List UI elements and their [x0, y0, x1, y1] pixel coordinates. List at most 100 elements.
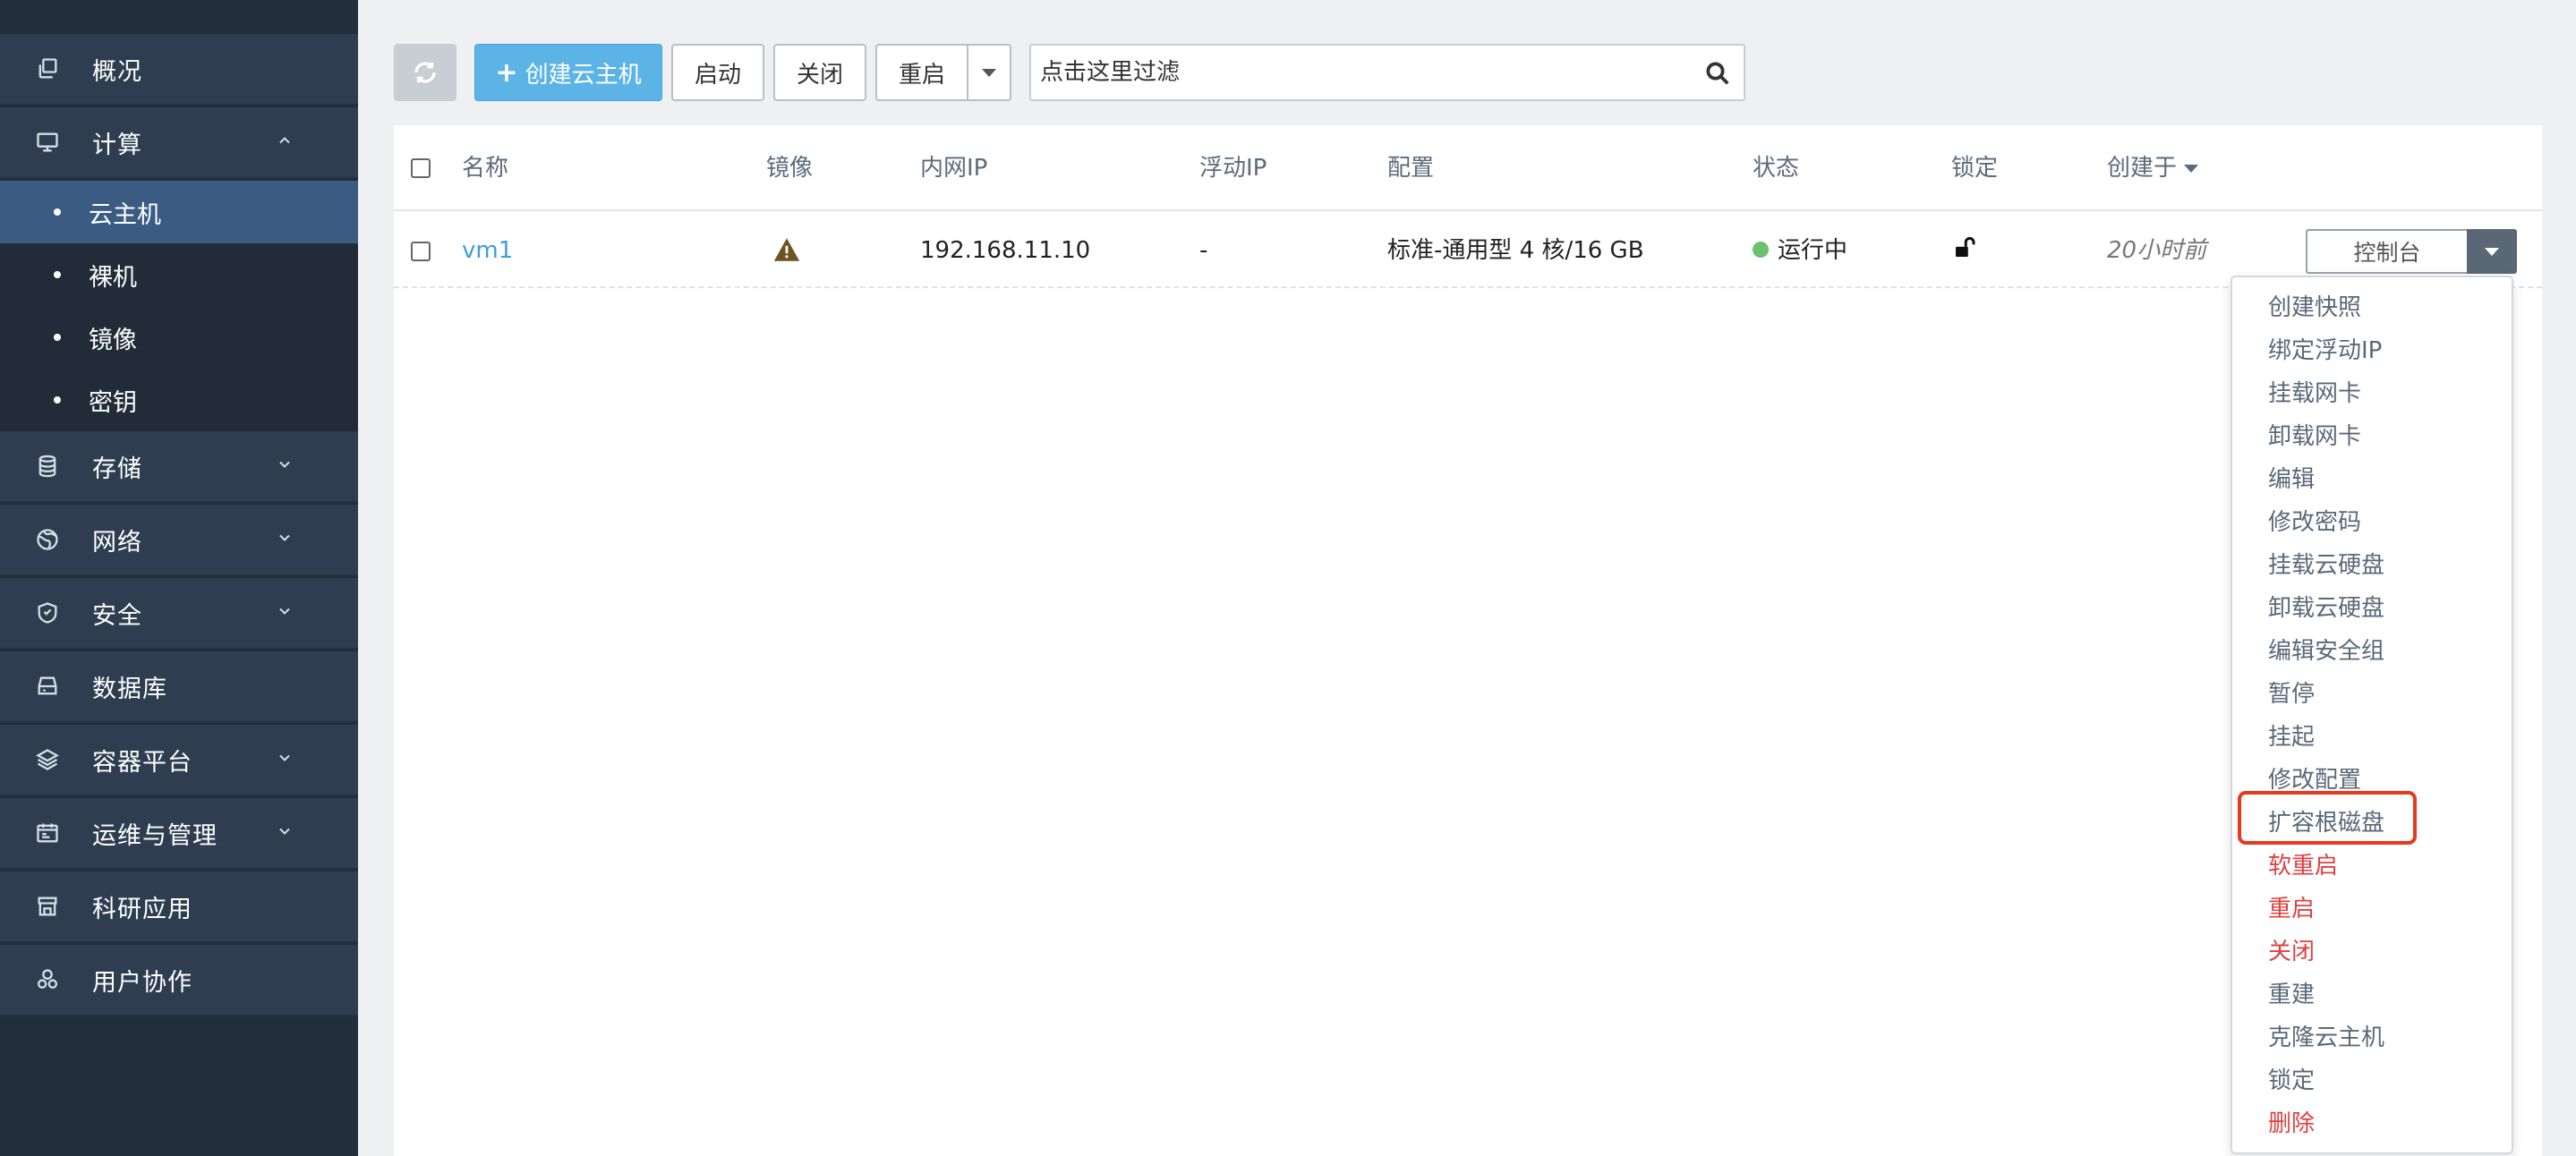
column-header-status[interactable]: 状态 — [1753, 125, 1799, 211]
bullet-icon — [54, 334, 61, 341]
private-ip-cell: 192.168.11.10 — [920, 237, 1091, 264]
create-instance-label: 创建云主机 — [525, 61, 642, 89]
copy-icon — [34, 55, 61, 82]
sidebar-subitem-instances[interactable]: 云主机 — [0, 181, 358, 243]
start-label: 启动 — [694, 61, 741, 89]
menu-item-soft-reboot[interactable]: 软重启 — [2268, 846, 2338, 886]
menu-item-attach-volume[interactable]: 挂载云硬盘 — [2268, 546, 2384, 585]
chevron-down-icon — [276, 455, 297, 477]
sidebar-item-label: 计算 — [92, 131, 142, 159]
column-header-name[interactable]: 名称 — [462, 125, 508, 211]
column-header-private-ip[interactable]: 内网IP — [920, 125, 987, 211]
sidebar-item-compute[interactable]: 计算 — [0, 107, 358, 179]
filter-input[interactable] — [1040, 46, 1667, 99]
plus-icon: + — [495, 56, 518, 89]
sidebar-item-label: 运维与管理 — [92, 821, 218, 850]
monitor-icon — [34, 129, 61, 156]
status-cell: 运行中 — [1753, 213, 1847, 288]
sidebar-subitem-label: 镜像 — [89, 326, 137, 354]
menu-item-suspend[interactable]: 挂起 — [2268, 718, 2315, 757]
menu-item-resize[interactable]: 修改配置 — [2268, 761, 2361, 800]
created-cell: 20小时前 — [2107, 237, 2207, 264]
create-instance-button[interactable]: + 创建云主机 — [474, 44, 662, 101]
console-label: 控制台 — [2353, 240, 2421, 266]
chevron-down-icon — [276, 822, 297, 844]
sidebar-subitem-label: 裸机 — [89, 263, 137, 292]
table-row: vm1 192.168.11.10 - 标准-通用型 4 核/16 GB 运行中… — [394, 213, 2542, 288]
menu-item-attach-interface[interactable]: 挂载网卡 — [2268, 374, 2361, 413]
column-header-created-label: 创建于 — [2107, 155, 2178, 182]
console-button[interactable]: 控制台 — [2306, 229, 2467, 274]
column-header-floating-ip[interactable]: 浮动IP — [1199, 125, 1267, 211]
search-icon[interactable] — [1704, 60, 1731, 87]
reboot-button[interactable]: 重启 — [875, 44, 968, 101]
more-actions-toggle[interactable] — [2467, 229, 2517, 274]
table-header: 名称 镜像 内网IP 浮动IP 配置 状态 锁定 创建于 — [394, 125, 2542, 211]
store-icon — [34, 893, 61, 920]
menu-item-detach-interface[interactable]: 卸载网卡 — [2268, 417, 2361, 456]
globe-icon — [34, 526, 61, 553]
sidebar-item-label: 数据库 — [92, 675, 167, 703]
reboot-label: 重启 — [898, 61, 945, 89]
sidebar-item-storage[interactable]: 存储 — [0, 431, 358, 503]
sidebar-item-label: 存储 — [92, 455, 142, 483]
column-header-created[interactable]: 创建于 — [2107, 125, 2199, 211]
instances-table-panel: 名称 镜像 内网IP 浮动IP 配置 状态 锁定 创建于 vm1 192.168… — [394, 125, 2542, 1156]
sidebar-item-overview[interactable]: 概况 — [0, 34, 358, 106]
sort-desc-icon — [2184, 165, 2199, 173]
select-all-checkbox[interactable] — [411, 158, 431, 178]
menu-item-pause[interactable]: 暂停 — [2268, 675, 2315, 714]
bullet-icon — [54, 271, 61, 278]
instance-name-link[interactable]: vm1 — [462, 213, 513, 288]
sidebar-subitem-baremetal[interactable]: 裸机 — [0, 243, 358, 306]
bullet-icon — [54, 396, 61, 404]
sidebar-item-label: 用户协作 — [92, 968, 192, 997]
row-checkbox[interactable] — [411, 242, 431, 261]
menu-item-lock[interactable]: 锁定 — [2268, 1061, 2315, 1101]
menu-item-edit[interactable]: 编辑 — [2268, 460, 2315, 499]
shield-icon — [34, 599, 61, 626]
warning-icon — [772, 234, 802, 265]
sidebar-item-label: 概况 — [92, 57, 142, 86]
sidebar-subitem-images[interactable]: 镜像 — [0, 306, 358, 369]
sidebar-item-database[interactable]: 数据库 — [0, 651, 358, 723]
sidebar-item-label: 安全 — [92, 601, 142, 630]
sidebar-item-network[interactable]: 网络 — [0, 505, 358, 576]
reboot-dropdown-toggle[interactable] — [967, 44, 1011, 101]
menu-item-rebuild[interactable]: 重建 — [2268, 975, 2315, 1015]
menu-item-reboot[interactable]: 重启 — [2268, 889, 2315, 929]
menu-item-change-password[interactable]: 修改密码 — [2268, 503, 2361, 542]
chevron-up-icon — [276, 132, 297, 153]
menu-item-extend-root-disk[interactable]: 扩容根磁盘 — [2268, 803, 2384, 843]
menu-item-delete[interactable]: 删除 — [2268, 1104, 2315, 1143]
cube-icon — [34, 746, 61, 773]
column-header-locked[interactable]: 锁定 — [1951, 125, 1998, 211]
unlock-icon — [1951, 234, 1978, 261]
database-icon — [34, 453, 61, 480]
refresh-button[interactable] — [394, 44, 456, 101]
column-header-image[interactable]: 镜像 — [766, 125, 813, 211]
menu-item-create-snapshot[interactable]: 创建快照 — [2268, 288, 2361, 327]
start-button[interactable]: 启动 — [671, 44, 764, 101]
sidebar-item-research-apps[interactable]: 科研应用 — [0, 871, 358, 943]
db-server-icon — [34, 673, 61, 700]
sidebar-subitem-keypairs[interactable]: 密钥 — [0, 369, 358, 431]
menu-item-detach-volume[interactable]: 卸载云硬盘 — [2268, 589, 2384, 628]
menu-item-shutdown[interactable]: 关闭 — [2268, 932, 2315, 972]
stop-button[interactable]: 关闭 — [773, 44, 866, 101]
menu-item-clone-instance[interactable]: 克隆云主机 — [2268, 1018, 2384, 1058]
sidebar-item-security[interactable]: 安全 — [0, 578, 358, 650]
sidebar-item-label: 网络 — [92, 528, 142, 557]
instance-actions-menu: 创建快照 绑定浮动IP 挂载网卡 卸载网卡 编辑 修改密码 挂载云硬盘 卸载云硬… — [2231, 276, 2513, 1154]
users-icon — [34, 966, 61, 993]
menu-item-edit-security-groups[interactable]: 编辑安全组 — [2268, 632, 2384, 671]
column-header-flavor[interactable]: 配置 — [1387, 125, 1434, 211]
sidebar-item-container-platform[interactable]: 容器平台 — [0, 725, 358, 796]
sidebar-item-collaboration[interactable]: 用户协作 — [0, 945, 358, 1016]
sidebar-subitem-label: 云主机 — [89, 200, 161, 229]
chevron-down-icon — [276, 749, 297, 770]
menu-item-associate-floating-ip[interactable]: 绑定浮动IP — [2268, 331, 2382, 370]
sidebar-item-ops-management[interactable]: 运维与管理 — [0, 798, 358, 870]
chevron-down-icon — [276, 529, 297, 550]
status-text: 运行中 — [1778, 237, 1848, 264]
